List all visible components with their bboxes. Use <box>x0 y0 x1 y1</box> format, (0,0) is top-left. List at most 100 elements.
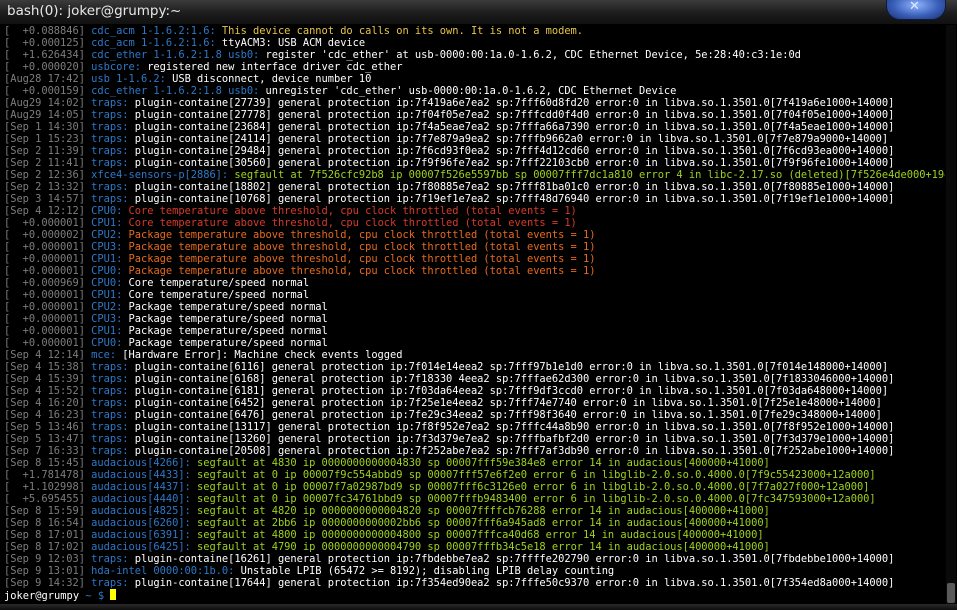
log-line: [ +0.000002] CPU2: Package temperature a… <box>4 229 945 241</box>
log-message: registered new interface driver cdc_ethe… <box>140 61 403 73</box>
log-line: [ +1.781478] audacious[4433]: segfault a… <box>4 469 945 481</box>
log-timestamp: [ +0.000001] <box>4 289 85 301</box>
log-line: [Sep 9 14:32] traps: plugin-containe[176… <box>4 577 945 589</box>
log-line: [ +0.000001] CPU1: Core temperature abov… <box>4 217 945 229</box>
log-line: [ +0.000125] cdc_acm 1-1.6.2:1.6: ttyACM… <box>4 37 945 49</box>
log-line: [Sep 4 16:20] traps: plugin-containe[645… <box>4 397 945 409</box>
log-source: traps: <box>91 433 129 445</box>
log-timestamp: [Sep 4 15:38] <box>4 361 85 373</box>
title-bar[interactable]: bash(0): joker@grumpy:~ ✕ <box>0 0 957 25</box>
log-line: [Sep 8 17:01] audacious[6391]: segfault … <box>4 529 945 541</box>
log-message: ttyACM3: USB ACM device <box>215 37 366 49</box>
log-message: plugin-containe[24114] general protectio… <box>128 133 889 145</box>
prompt-path: ~ $ <box>79 590 111 602</box>
log-timestamp: [Sep 1 14:30] <box>4 121 85 133</box>
log-line: [ +0.000001] CPU1: Package temperature/s… <box>4 325 945 337</box>
log-source: audacious[4266]: <box>91 457 191 469</box>
shell-prompt[interactable]: joker@grumpy ~ $ <box>4 589 117 602</box>
log-line: [ +0.000020] usbcore: registered new int… <box>4 61 945 73</box>
log-message: plugin-containe[6116] general protection… <box>128 361 889 373</box>
close-icon: ✕ <box>909 0 920 14</box>
log-source: traps: <box>91 361 129 373</box>
log-line: [Sep 8 16:54] audacious[6260]: segfault … <box>4 517 945 529</box>
log-message: plugin-containe[20508] general protectio… <box>128 445 895 457</box>
log-message: register 'cdc_ether' at usb-0000:00:1a.0… <box>259 49 801 61</box>
log-message: plugin-containe[6168] general protection… <box>128 373 895 385</box>
log-message: plugin-containe[18802] general protectio… <box>128 181 895 193</box>
log-timestamp: [ +5.695455] <box>4 493 85 505</box>
log-timestamp: [Sep 8 17:01] <box>4 529 85 541</box>
log-line: [ +0.000969] CPU0: Core temperature/spee… <box>4 277 945 289</box>
log-timestamp: [Sep 8 15:59] <box>4 505 85 517</box>
log-timestamp: [Aug29 14:05] <box>4 109 85 121</box>
log-message: plugin-containe[6181] general protection… <box>128 385 889 397</box>
log-timestamp: [Sep 9 12:03] <box>4 553 85 565</box>
log-line: [Sep 8 17:02] audacious[6425]: segfault … <box>4 541 945 553</box>
log-timestamp: [ +1.626434] <box>4 49 85 61</box>
window-title: bash(0): joker@grumpy:~ <box>7 3 182 19</box>
log-timestamp: [ +1.781478] <box>4 469 85 481</box>
close-button[interactable]: ✕ <box>886 0 946 20</box>
log-line: [ +0.000001] CPU1: Core temperature/spee… <box>4 289 945 301</box>
log-timestamp: [ +0.000159] <box>4 85 85 97</box>
log-timestamp: [Sep 3 14:57] <box>4 193 85 205</box>
log-source: CPU2: <box>91 301 123 313</box>
log-source: CPU1: <box>91 289 123 301</box>
log-timestamp: [Sep 4 16:23] <box>4 409 85 421</box>
log-message: Package temperature/speed normal <box>122 313 328 325</box>
log-message: Package temperature/speed normal <box>122 301 328 313</box>
log-timestamp: [ +0.000125] <box>4 37 85 49</box>
log-source: usb 1-1.6.2: <box>91 73 166 85</box>
log-timestamp: [Aug29 14:02] <box>4 97 85 109</box>
log-source: traps: <box>91 157 129 169</box>
log-line: [Sep 4 15:52] traps: plugin-containe[618… <box>4 385 945 397</box>
log-message: segfault at 4790 ip 0000000000004790 sp … <box>190 541 770 553</box>
log-message: Package temperature/speed normal <box>122 325 328 337</box>
log-source: traps: <box>91 145 129 157</box>
log-timestamp: [Sep 1 15:23] <box>4 133 85 145</box>
log-line: [Sep 2 12:36] xfce4-sensors-p[2886]: seg… <box>4 169 945 181</box>
log-timestamp: [Sep 2 11:39] <box>4 145 85 157</box>
log-timestamp: [ +0.088846] <box>4 25 85 37</box>
log-source: mce: <box>91 349 117 361</box>
log-message: segfault at 0 ip 00007fc34761bbd9 sp 000… <box>190 493 876 505</box>
log-line: [Sep 4 15:39] traps: plugin-containe[616… <box>4 373 945 385</box>
log-message: plugin-containe[27778] general protectio… <box>128 109 895 121</box>
log-source: audacious[4433]: <box>91 469 191 481</box>
log-source: traps: <box>91 577 129 589</box>
log-source: audacious[6425]: <box>91 541 191 553</box>
log-source: CPU0: <box>91 205 123 217</box>
log-timestamp: [Sep 4 16:20] <box>4 397 85 409</box>
log-timestamp: [ +0.000001] <box>4 241 85 253</box>
log-line: [ +1.626434] cdc_ether 1-1.6.2:1.8 usb0:… <box>4 49 945 61</box>
log-source: cdc_acm 1-1.6.2:1.6: <box>91 37 216 49</box>
log-message: plugin-containe[27739] general protectio… <box>128 97 895 109</box>
log-source: hda-intel 0000:00:1b.0: <box>91 565 235 577</box>
log-message: This device cannot do calls on its own. … <box>215 25 584 37</box>
log-source: cdc_ether 1-1.6.2:1.8 usb0: <box>91 85 260 97</box>
log-message: USB disconnect, device number 10 <box>165 73 372 85</box>
log-timestamp: [ +1.102998] <box>4 481 85 493</box>
log-message: plugin-containe[10768] general protectio… <box>128 193 895 205</box>
log-source: audacious[6391]: <box>91 529 191 541</box>
log-source: CPU1: <box>91 253 123 265</box>
log-source: traps: <box>91 397 129 409</box>
scrollbar[interactable] <box>946 25 956 605</box>
log-source: xfce4-sensors-p[2886]: <box>91 169 229 181</box>
log-line: [Aug29 14:05] traps: plugin-containe[277… <box>4 109 945 121</box>
log-message: Unstable LPIB (65472 >= 8192); disabling… <box>234 565 615 577</box>
log-message: Package temperature above threshold, cpu… <box>122 229 596 241</box>
terminal-output[interactable]: [ +0.088846] cdc_acm 1-1.6.2:1.6: This d… <box>4 25 945 603</box>
log-message: segfault at 2bb6 ip 0000000000002bb6 sp … <box>190 517 770 529</box>
log-source: CPU1: <box>91 325 123 337</box>
scroll-thumb[interactable] <box>947 583 955 603</box>
log-source: cdc_acm 1-1.6.2:1.6: <box>91 25 216 37</box>
log-source: CPU0: <box>91 277 123 289</box>
log-timestamp: [Sep 4 12:14] <box>4 349 85 361</box>
log-timestamp: [ +0.000969] <box>4 277 85 289</box>
log-line: [Sep 1 14:30] traps: plugin-containe[236… <box>4 121 945 133</box>
log-line: [Sep 8 15:59] audacious[4825]: segfault … <box>4 505 945 517</box>
log-line: [Sep 2 11:39] traps: plugin-containe[294… <box>4 145 945 157</box>
log-line: [Sep 5 13:47] traps: plugin-containe[132… <box>4 433 945 445</box>
log-message: plugin-containe[23684] general protectio… <box>128 121 895 133</box>
